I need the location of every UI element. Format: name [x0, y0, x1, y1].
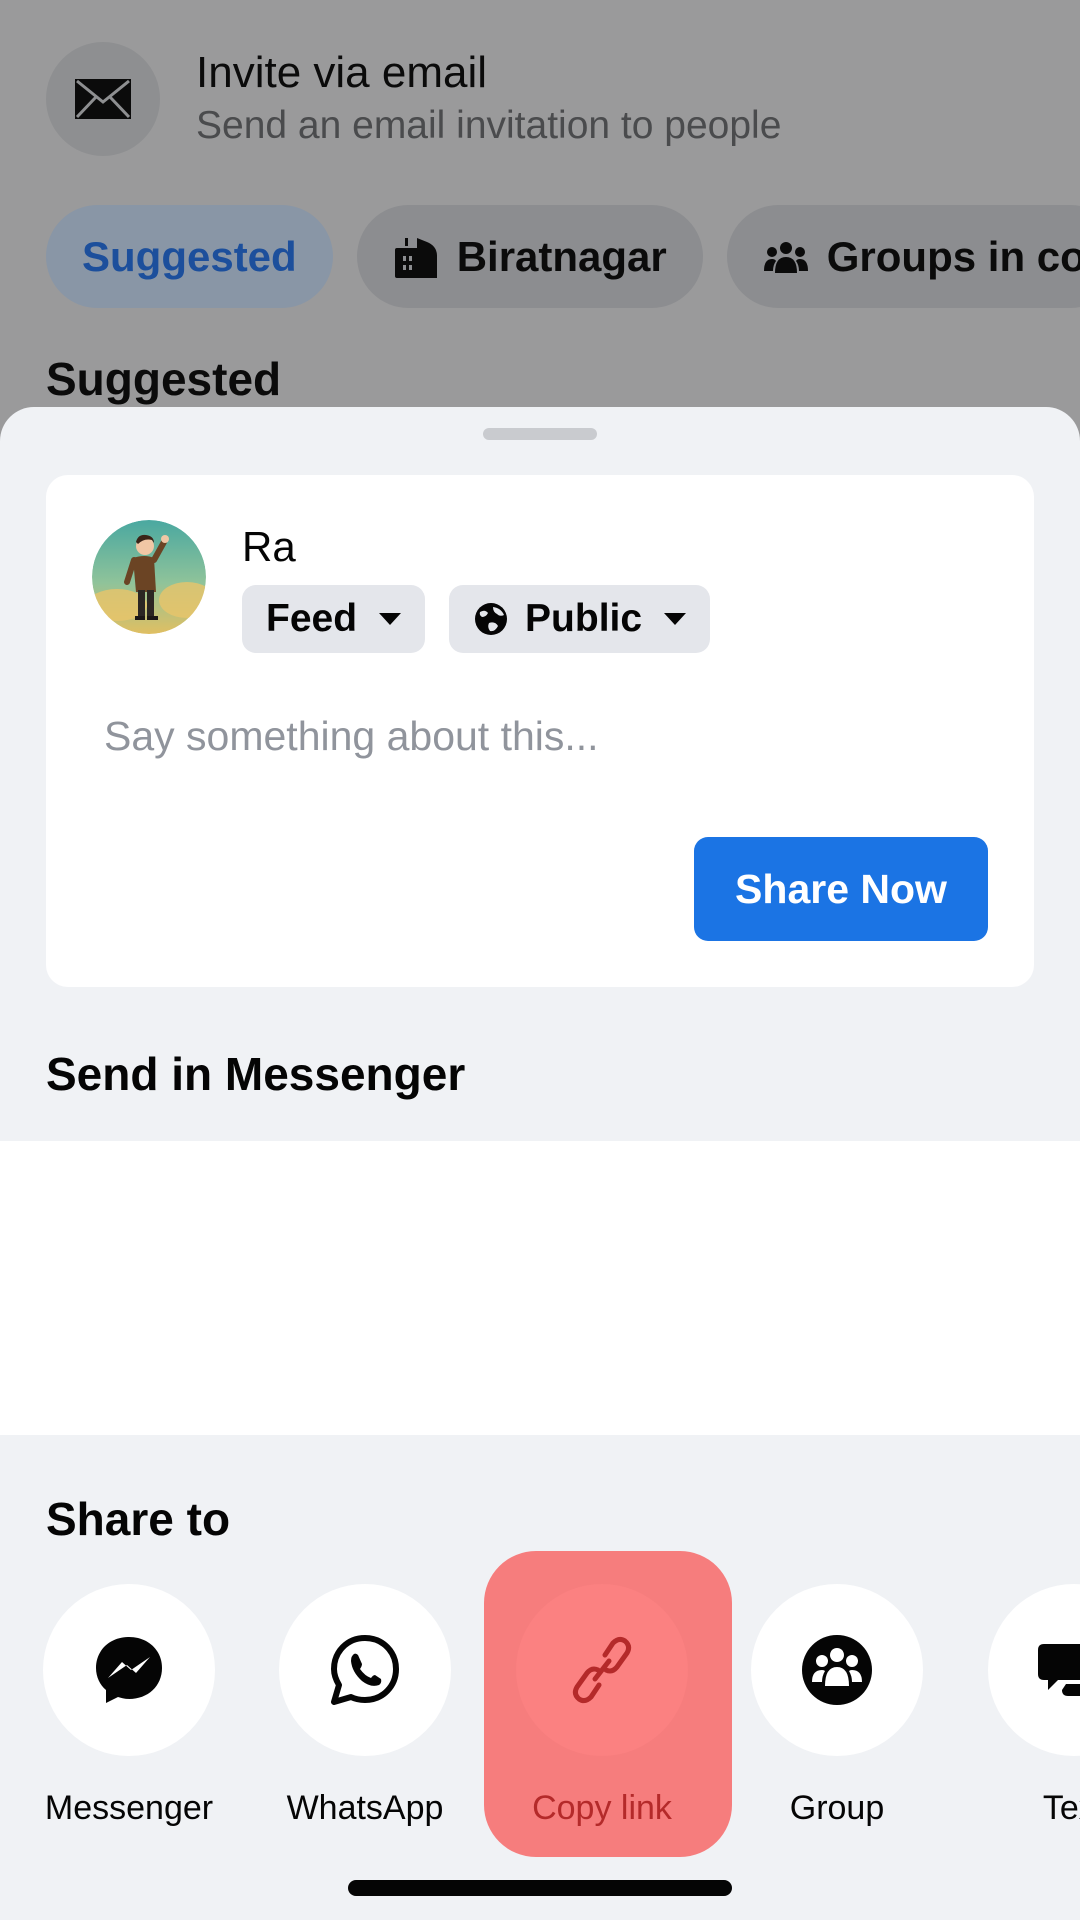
share-target-copy-link[interactable]: Copy link	[470, 1551, 732, 1857]
share-target-whatsapp[interactable]: WhatsApp	[247, 1557, 483, 1857]
chip-suggested[interactable]: Suggested	[46, 205, 333, 308]
share-target-label: Text	[1042, 1789, 1080, 1827]
background-page: Invite via email Send an email invitatio…	[0, 0, 1080, 420]
invite-title: Invite via email	[196, 48, 488, 97]
feed-dropdown[interactable]: Feed	[242, 585, 426, 653]
group-people-icon	[763, 239, 809, 275]
share-target-label: WhatsApp	[286, 1789, 444, 1827]
invite-subtitle: Send an email invitation to people	[196, 104, 782, 147]
caret-down-icon	[664, 613, 687, 625]
share-target-group[interactable]: Group	[719, 1557, 955, 1857]
share-target-text[interactable]: Text	[956, 1557, 1080, 1857]
whatsapp-icon	[279, 1584, 451, 1756]
text-message-icon	[988, 1584, 1080, 1756]
share-now-button[interactable]: Share Now	[694, 837, 988, 941]
home-indicator	[348, 1880, 732, 1896]
caret-down-icon	[379, 613, 402, 625]
compose-card: Ra Feed Public Share Now	[46, 475, 1034, 987]
user-name: Ra	[242, 523, 296, 570]
filter-chips: Suggested Biratnagar Groups in co	[46, 205, 1080, 308]
chip-label: Groups in co	[826, 232, 1080, 280]
share-to-heading: Share to	[46, 1493, 231, 1545]
chip-biratnagar[interactable]: Biratnagar	[356, 205, 703, 308]
audience-selectors: Feed Public	[242, 585, 711, 653]
chip-label: Suggested	[82, 232, 297, 280]
share-target-label: Group	[789, 1789, 885, 1827]
share-sheet: Ra Feed Public Share Now	[0, 407, 1080, 1920]
suggested-heading: Suggested	[46, 353, 282, 405]
share-target-label: Copy link	[532, 1789, 672, 1827]
share-targets-row: Messenger WhatsApp Copy link Group Te	[0, 1551, 1080, 1857]
messenger-contacts-area	[0, 1141, 1080, 1435]
globe-icon	[473, 601, 509, 637]
chip-groups[interactable]: Groups in co	[726, 205, 1080, 308]
share-target-label: Messenger	[44, 1789, 214, 1827]
privacy-dropdown-label: Public	[525, 597, 643, 640]
chip-label: Biratnagar	[456, 232, 667, 280]
city-buildings-icon	[393, 234, 439, 280]
share-target-messenger[interactable]: Messenger	[11, 1557, 247, 1857]
messenger-icon	[43, 1584, 215, 1756]
share-message-input[interactable]	[104, 713, 964, 760]
sheet-grabber-handle[interactable]	[483, 428, 597, 440]
invite-via-email-row[interactable]: Invite via email Send an email invitatio…	[46, 42, 781, 156]
group-icon	[751, 1584, 923, 1756]
send-in-messenger-heading: Send in Messenger	[46, 1048, 466, 1100]
feed-dropdown-label: Feed	[266, 597, 358, 640]
envelope-icon	[46, 42, 160, 156]
privacy-dropdown[interactable]: Public	[449, 585, 711, 653]
link-icon	[516, 1584, 688, 1756]
avatar	[92, 520, 206, 634]
